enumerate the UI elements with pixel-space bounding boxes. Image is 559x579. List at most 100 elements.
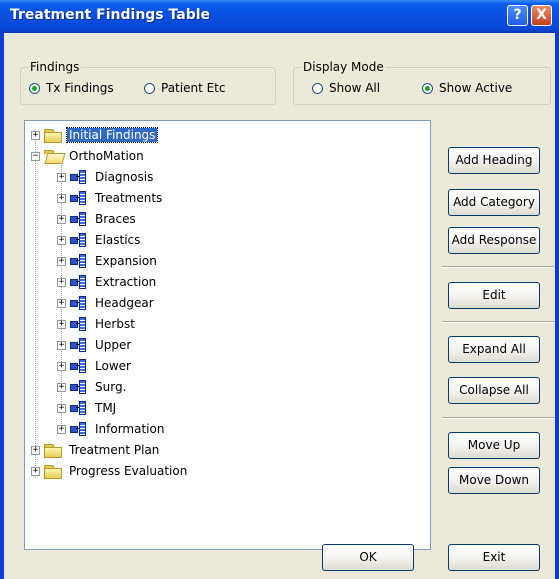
network-node-icon: [70, 169, 88, 185]
expand-icon[interactable]: +: [57, 382, 66, 392]
tree-item-herbst[interactable]: + Herbst: [57, 315, 137, 333]
tree-item-label: Diagnosis: [95, 170, 154, 184]
exit-button[interactable]: Exit: [448, 544, 540, 571]
separator: [442, 417, 554, 419]
separator: [442, 321, 554, 323]
tree-item-label: Lower: [95, 359, 131, 373]
network-node-icon: [70, 316, 88, 332]
tree-item-label: Extraction: [95, 275, 157, 289]
edit-button[interactable]: Edit: [448, 282, 540, 309]
tree-item-extraction[interactable]: + Extraction: [57, 273, 158, 291]
tree-item-initial-findings[interactable]: + Initial Findings: [31, 126, 159, 144]
tree-item-label: Surg.: [95, 380, 127, 394]
network-node-icon: [70, 190, 88, 206]
findings-legend: Findings: [28, 60, 82, 74]
expand-icon[interactable]: +: [31, 130, 40, 140]
expand-icon[interactable]: +: [57, 193, 66, 203]
network-node-icon: [70, 337, 88, 353]
radio-selected-icon: [29, 82, 40, 94]
patient-etc-radio[interactable]: Patient Etc: [144, 81, 225, 95]
network-node-icon: [70, 295, 88, 311]
tree-item-label: Expansion: [95, 254, 157, 268]
network-node-icon: [70, 274, 88, 290]
patient-etc-label: Patient Etc: [161, 81, 226, 95]
add-response-button[interactable]: Add Response: [448, 227, 540, 254]
network-node-icon: [70, 211, 88, 227]
tree-item-label: Elastics: [95, 233, 141, 247]
tree-item-progress-evaluation[interactable]: + Progress Evaluation: [31, 462, 189, 480]
findings-group: Findings Tx Findings Patient Etc: [20, 60, 276, 105]
show-active-radio[interactable]: Show Active: [422, 81, 512, 95]
expand-icon[interactable]: +: [57, 298, 66, 308]
expand-icon[interactable]: +: [57, 403, 66, 413]
show-all-radio[interactable]: Show All: [312, 81, 380, 95]
network-node-icon: [70, 358, 88, 374]
tree-item-diagnosis[interactable]: + Diagnosis: [57, 168, 155, 186]
network-node-icon: [70, 253, 88, 269]
tree-item-information[interactable]: + Information: [57, 420, 166, 438]
tree-item-label: OrthoMation: [69, 149, 144, 163]
collapse-all-button[interactable]: Collapse All: [448, 377, 540, 404]
show-active-label: Show Active: [439, 81, 513, 95]
tree-item-label: Headgear: [95, 296, 154, 310]
display-mode-group: Display Mode Show All Show Active: [293, 60, 551, 105]
window-title: Treatment Findings Table: [10, 7, 211, 23]
treatment-findings-window: Treatment Findings Table ? X Findings Tx…: [0, 0, 559, 579]
folder-icon: [44, 128, 62, 143]
expand-icon[interactable]: +: [57, 340, 66, 350]
ok-button[interactable]: OK: [322, 544, 414, 571]
collapse-icon[interactable]: −: [31, 151, 40, 161]
tree-item-expansion[interactable]: + Expansion: [57, 252, 159, 270]
tree-item-elastics[interactable]: + Elastics: [57, 231, 142, 249]
tree-item-treatments[interactable]: + Treatments: [57, 189, 164, 207]
tree-item-label: Treatment Plan: [69, 443, 160, 457]
tree-item-tmj[interactable]: + TMJ: [57, 399, 118, 417]
expand-icon[interactable]: +: [57, 277, 66, 287]
tree-item-upper[interactable]: + Upper: [57, 336, 133, 354]
add-category-button[interactable]: Add Category: [448, 189, 540, 216]
expand-icon[interactable]: +: [57, 424, 66, 434]
tree-item-orthomation[interactable]: − OrthoMation: [31, 147, 146, 165]
dialog-client: Findings Tx Findings Patient Etc Display…: [4, 33, 555, 579]
show-all-label: Show All: [329, 81, 381, 95]
tree-item-label: Treatments: [95, 191, 163, 205]
tree-item-braces[interactable]: + Braces: [57, 210, 138, 228]
expand-icon[interactable]: +: [57, 235, 66, 245]
tx-findings-label: Tx Findings: [46, 81, 114, 95]
separator: [442, 266, 554, 268]
add-heading-button[interactable]: Add Heading: [448, 147, 540, 174]
tree-item-label: TMJ: [95, 401, 117, 415]
tree-item-label: Progress Evaluation: [69, 464, 188, 478]
expand-icon[interactable]: +: [57, 214, 66, 224]
tree-item-headgear[interactable]: + Headgear: [57, 294, 156, 312]
folder-icon: [44, 443, 62, 458]
display-mode-legend: Display Mode: [301, 60, 386, 74]
expand-icon[interactable]: +: [57, 256, 66, 266]
move-up-button[interactable]: Move Up: [448, 432, 540, 459]
tx-findings-radio[interactable]: Tx Findings: [29, 81, 114, 95]
findings-tree[interactable]: + Initial Findings − OrthoMation + Diagn…: [24, 120, 431, 550]
radio-unselected-icon: [144, 82, 155, 94]
expand-icon[interactable]: +: [57, 172, 66, 182]
tree-item-lower[interactable]: + Lower: [57, 357, 133, 375]
network-node-icon: [70, 421, 88, 437]
expand-all-button[interactable]: Expand All: [448, 336, 540, 363]
tree-item-label: Upper: [95, 338, 132, 352]
expand-icon[interactable]: +: [31, 445, 40, 455]
move-down-button[interactable]: Move Down: [448, 467, 540, 494]
radio-selected-icon: [422, 82, 433, 94]
tree-item-surg[interactable]: + Surg.: [57, 378, 128, 396]
tree-item-label: Braces: [95, 212, 136, 226]
close-button[interactable]: X: [531, 5, 552, 26]
expand-icon[interactable]: +: [57, 319, 66, 329]
help-button[interactable]: ?: [507, 5, 528, 26]
expand-icon[interactable]: +: [57, 361, 66, 371]
radio-unselected-icon: [312, 82, 323, 94]
tree-item-label: Information: [95, 422, 165, 436]
tree-item-treatment-plan[interactable]: + Treatment Plan: [31, 441, 161, 459]
tree-item-label: Herbst: [95, 317, 135, 331]
expand-icon[interactable]: +: [31, 466, 40, 476]
network-node-icon: [70, 400, 88, 416]
title-bar[interactable]: Treatment Findings Table ? X: [0, 0, 559, 33]
folder-icon: [44, 464, 62, 479]
